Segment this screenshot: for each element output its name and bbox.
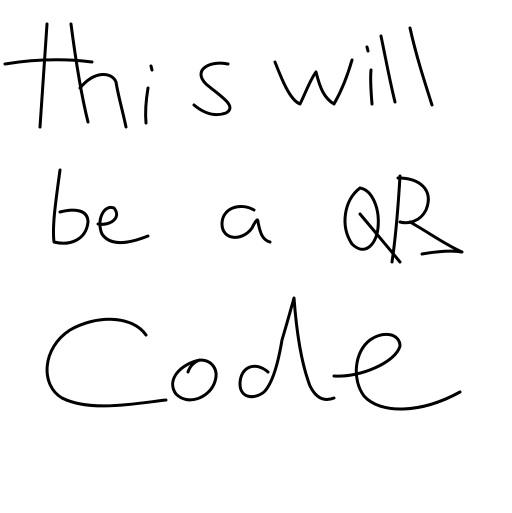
handwritten-line-3: [45, 296, 462, 411]
handwriting-drawing: [3, 22, 464, 411]
handwritten-line-2: [51, 168, 464, 264]
handwritten-line-1: [3, 22, 434, 129]
drawing-canvas[interactable]: this will be a QR Code: [0, 0, 512, 512]
